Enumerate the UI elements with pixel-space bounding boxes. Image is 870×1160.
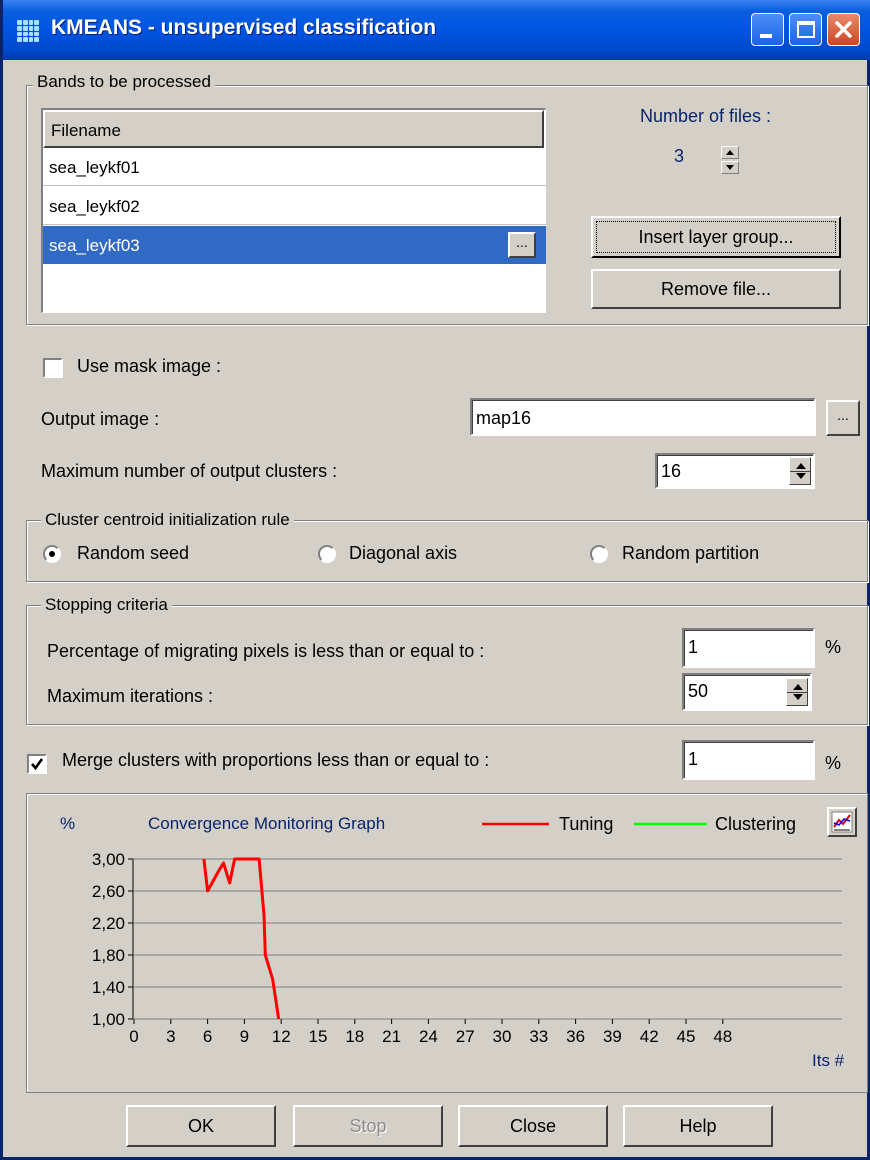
max-iterations-value: 50 <box>688 681 709 701</box>
use-mask-label: Use mask image : <box>77 356 222 376</box>
number-of-files-label: Number of files : <box>640 106 772 126</box>
x-tick-label: 36 <box>566 1027 585 1046</box>
file-browse-button[interactable]: ... <box>508 232 536 258</box>
close-icon <box>835 21 852 38</box>
x-tick-label: 30 <box>493 1027 512 1046</box>
random-seed-label: Random seed <box>77 543 190 563</box>
list-item-label: sea_leykf03 <box>49 236 140 255</box>
maximize-button[interactable] <box>789 13 822 46</box>
graph-title: Convergence Monitoring Graph <box>148 814 385 833</box>
migrating-pixels-label: Percentage of migrating pixels is less t… <box>47 641 485 661</box>
graph-x-unit: Its # <box>812 1051 845 1070</box>
maximize-icon <box>797 21 815 38</box>
x-tick-label: 18 <box>345 1027 364 1046</box>
list-item[interactable]: sea_leykf01 <box>43 148 546 186</box>
x-tick-label: 3 <box>166 1027 175 1046</box>
y-tick-label: 2,60 <box>92 882 125 901</box>
merge-clusters-label: Merge clusters with proportions less tha… <box>62 750 490 770</box>
tuning-legend-label: Tuning <box>559 814 613 834</box>
merge-clusters-input[interactable]: 1 <box>682 740 815 780</box>
x-tick-label: 27 <box>456 1027 475 1046</box>
merge-clusters-checkbox[interactable] <box>27 754 47 774</box>
init-rule-group-label: Cluster centroid initialization rule <box>41 510 294 530</box>
graph-options-button[interactable] <box>827 807 857 837</box>
x-tick-label: 21 <box>382 1027 401 1046</box>
x-tick-label: 9 <box>240 1027 249 1046</box>
number-of-files-value: 3 <box>674 146 685 166</box>
close-button[interactable]: Close <box>458 1105 608 1147</box>
random-partition-radio[interactable] <box>590 545 608 563</box>
y-tick-label: 1,80 <box>92 946 125 965</box>
number-of-files-spinner[interactable] <box>721 146 739 174</box>
insert-layer-group-button[interactable]: Insert layer group... <box>591 216 841 258</box>
max-iterations-spinner[interactable] <box>786 678 808 706</box>
x-tick-label: 48 <box>713 1027 732 1046</box>
minimize-icon <box>760 34 772 38</box>
max-iterations-input[interactable]: 50 <box>682 673 812 711</box>
stopping-criteria-group-label: Stopping criteria <box>41 595 172 615</box>
random-seed-radio[interactable] <box>43 545 61 563</box>
max-clusters-spinner[interactable] <box>789 457 811 485</box>
max-clusters-input[interactable]: 16 <box>655 453 815 489</box>
y-tick-label: 3,00 <box>92 850 125 869</box>
output-image-label: Output image : <box>41 409 160 429</box>
filename-column-header[interactable]: Filename <box>43 110 544 148</box>
output-image-input[interactable]: map16 <box>470 398 816 436</box>
clustering-legend-label: Clustering <box>715 814 796 834</box>
y-tick-label: 2,20 <box>92 914 125 933</box>
bands-group-label: Bands to be processed <box>33 72 215 92</box>
diagonal-axis-radio[interactable] <box>318 545 336 563</box>
close-window-button[interactable] <box>827 13 860 46</box>
x-tick-label: 24 <box>419 1027 438 1046</box>
y-tick-label: 1,00 <box>92 1010 125 1029</box>
kmeans-dialog: KMEANS - unsupervised classification Ban… <box>0 0 870 1160</box>
convergence-graph: % Convergence Monitoring Graph Tuning Cl… <box>60 814 845 1070</box>
convergence-graph-panel: % Convergence Monitoring Graph Tuning Cl… <box>26 793 868 1093</box>
help-button[interactable]: Help <box>623 1105 773 1147</box>
list-item[interactable]: sea_leykf02 <box>43 187 546 225</box>
x-tick-label: 42 <box>640 1027 659 1046</box>
remove-file-button[interactable]: Remove file... <box>591 269 841 309</box>
x-tick-label: 15 <box>309 1027 328 1046</box>
chart-icon <box>831 811 853 833</box>
series-line-tuning <box>202 857 281 1020</box>
list-item-selected[interactable]: sea_leykf03 ... <box>43 226 546 264</box>
merge-clusters-unit: % <box>825 753 842 773</box>
x-tick-label: 12 <box>272 1027 291 1046</box>
migrating-pixels-input[interactable]: 1 <box>682 628 815 668</box>
max-clusters-label: Maximum number of output clusters : <box>41 461 338 481</box>
x-tick-label: 33 <box>529 1027 548 1046</box>
x-tick-label: 45 <box>677 1027 696 1046</box>
minimize-button[interactable] <box>751 13 784 46</box>
x-tick-label: 6 <box>203 1027 212 1046</box>
checkmark-icon <box>31 758 44 771</box>
max-iterations-label: Maximum iterations : <box>47 686 214 706</box>
use-mask-checkbox[interactable] <box>43 358 63 378</box>
diagonal-axis-label: Diagonal axis <box>349 543 458 563</box>
graph-y-unit: % <box>60 814 75 833</box>
y-tick-label: 1,40 <box>92 978 125 997</box>
x-tick-label: 39 <box>603 1027 622 1046</box>
file-list[interactable]: Filename sea_leykf01 sea_leykf02 sea_ley… <box>41 108 546 313</box>
title-bar[interactable]: KMEANS - unsupervised classification <box>3 0 870 60</box>
app-icon <box>17 20 39 42</box>
ok-button[interactable]: OK <box>126 1105 276 1147</box>
migrating-pixels-unit: % <box>825 637 842 657</box>
random-partition-label: Random partition <box>622 543 760 563</box>
output-browse-button[interactable]: ... <box>826 400 860 436</box>
max-clusters-value: 16 <box>661 461 682 481</box>
stop-button[interactable]: Stop <box>293 1105 443 1147</box>
window-title: KMEANS - unsupervised classification <box>51 16 437 39</box>
x-tick-label: 0 <box>129 1027 138 1046</box>
